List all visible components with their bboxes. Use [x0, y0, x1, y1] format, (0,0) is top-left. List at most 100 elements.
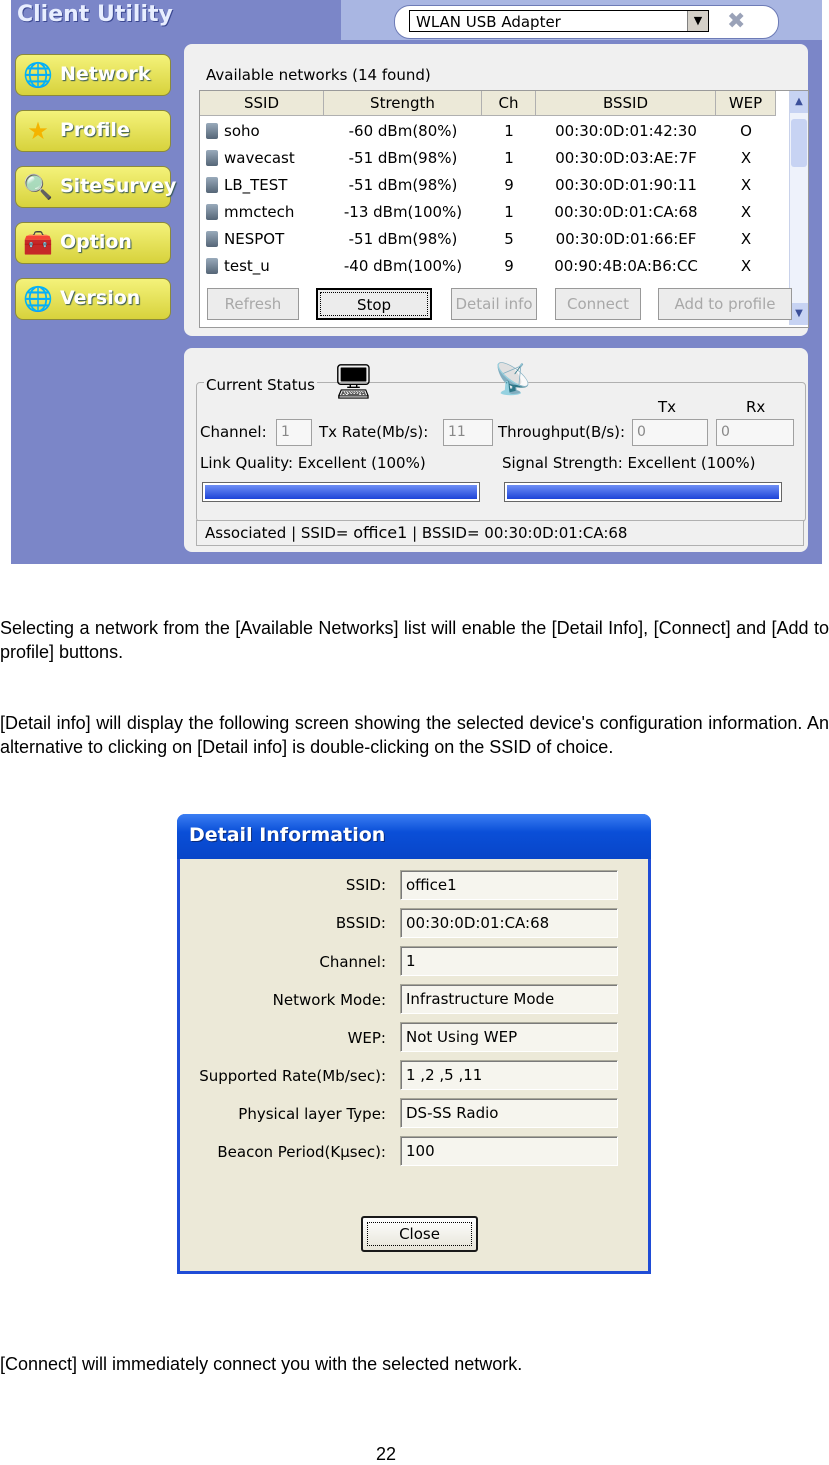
adapter-value: WLAN USB Adapter [416, 13, 561, 31]
scroll-thumb[interactable] [791, 119, 807, 167]
dialog-title: Detail Information [189, 824, 386, 846]
signal-strength-fill [507, 485, 779, 499]
computer-icon: 🖥 [332, 362, 376, 402]
cell-wep: X [740, 149, 752, 167]
chevron-down-icon[interactable]: ▼ [687, 11, 708, 31]
client-utility-window: Client Utility WLAN USB Adapter ▼ ✖ 🌐 Ne… [11, 0, 822, 564]
col-ssid[interactable]: SSID [200, 91, 324, 116]
nav-profile-button[interactable]: ★ Profile [15, 110, 171, 152]
nav-network-button[interactable]: 🌐 Network [15, 54, 171, 96]
cell-bssid: 00:30:0D:01:CA:68 [554, 203, 698, 221]
dialog-title-bar: Detail Information [177, 814, 651, 859]
signal-icon [206, 177, 218, 193]
network-mode-label: Network Mode: [272, 991, 386, 1009]
adapter-bar: WLAN USB Adapter ▼ ✖ [394, 5, 779, 39]
beacon-period-field: 100 [400, 1136, 618, 1166]
link-quality-bar [202, 482, 480, 502]
cell-ssid: test_u [224, 257, 270, 275]
physical-layer-field: DS-SS Radio [400, 1098, 618, 1128]
cell-strength: -51 dBm(98%) [348, 230, 458, 248]
signal-icon [206, 258, 218, 274]
table-row[interactable]: mmctech -13 dBm(100%) 1 00:30:0D:01:CA:6… [200, 199, 790, 226]
connect-button[interactable]: Connect [555, 288, 641, 320]
throughput-label: Throughput(B/s): [498, 423, 626, 441]
signal-icon [206, 204, 218, 220]
current-status-panel: Current Status 🖥 📡 Channel: 1 Tx Rate(Mb… [184, 348, 808, 552]
table-row[interactable]: LB_TEST -51 dBm(98%) 9 00:30:0D:01:90:11… [200, 172, 790, 199]
toolbox-icon: 🧰 [23, 229, 53, 257]
table-row[interactable]: wavecast -51 dBm(98%) 1 00:30:0D:03:AE:7… [200, 145, 790, 172]
table-row[interactable]: NESPOT -51 dBm(98%) 5 00:30:0D:01:66:EF … [200, 226, 790, 253]
assoc-ssid: office1 [353, 523, 408, 542]
cell-bssid: 00:30:0D:01:90:11 [555, 176, 697, 194]
nav-version-label: Version [60, 287, 141, 309]
col-strength[interactable]: Strength [324, 91, 482, 116]
scroll-up-icon[interactable]: ▲ [790, 91, 808, 113]
nav-profile-label: Profile [60, 119, 130, 141]
nav-version-button[interactable]: 🌐 Version [15, 278, 171, 320]
table-row[interactable]: soho -60 dBm(80%) 1 00:30:0D:01:42:30 O [200, 118, 790, 145]
wep-label: WEP: [347, 1029, 386, 1047]
channel-label: Channel: [319, 953, 386, 971]
cell-ch: 5 [504, 230, 514, 248]
channel-field: 1 [276, 419, 312, 446]
available-networks-panel: Available networks (14 found) SSID Stren… [184, 44, 809, 336]
nav-option-button[interactable]: 🧰 Option [15, 222, 171, 264]
cell-wep: X [740, 257, 752, 275]
txrate-field: 11 [443, 419, 493, 446]
cell-wep: X [740, 230, 752, 248]
cell-bssid: 00:30:0D:03:AE:7F [555, 149, 697, 167]
channel-label: Channel: [200, 423, 267, 441]
detail-info-button[interactable]: Detail info [451, 288, 537, 320]
signal-icon [206, 231, 218, 247]
paragraph-detail-info: [Detail info] will display the following… [0, 713, 829, 757]
tx-header: Tx [658, 398, 677, 416]
cell-ssid: NESPOT [224, 230, 285, 248]
cell-ch: 1 [504, 149, 514, 167]
bssid-field: 00:30:0D:01:CA:68 [400, 908, 618, 938]
beacon-period-label: Beacon Period(Kµsec): [217, 1143, 386, 1161]
close-button[interactable]: Close [361, 1216, 478, 1252]
wep-field: Not Using WEP [400, 1022, 618, 1052]
assoc-suffix: | BSSID= 00:30:0D:01:CA:68 [407, 524, 628, 542]
adapter-select[interactable]: WLAN USB Adapter ▼ [409, 10, 709, 32]
signal-strength-bar [504, 482, 782, 502]
cell-bssid: 00:30:0D:01:66:EF [555, 230, 697, 248]
refresh-button[interactable]: Refresh [207, 288, 299, 320]
nav-network-label: Network [60, 63, 151, 85]
signal-icon [206, 123, 218, 139]
cell-ch: 1 [504, 203, 514, 221]
cell-strength: -60 dBm(80%) [348, 122, 458, 140]
paragraph-select-network: Selecting a network from the [Available … [0, 618, 829, 662]
available-networks-title: Available networks (14 found) [206, 66, 431, 84]
cell-strength: -51 dBm(98%) [348, 176, 458, 194]
rx-field: 0 [716, 419, 794, 446]
cell-strength: -13 dBm(100%) [343, 203, 463, 221]
col-wep[interactable]: WEP [716, 91, 776, 116]
cell-ch: 9 [504, 257, 514, 275]
supported-rate-label: Supported Rate(Mb/sec): [199, 1067, 386, 1085]
nav-sitesurvey-button[interactable]: 🔍 SiteSurvey [15, 166, 176, 208]
globe-icon: 🌐 [23, 285, 53, 313]
col-bssid[interactable]: BSSID [536, 91, 716, 116]
detail-information-dialog: Detail Information SSID: office1 BSSID: … [177, 814, 651, 1274]
cell-ch: 1 [504, 122, 514, 140]
cell-strength: -51 dBm(98%) [348, 149, 458, 167]
table-row[interactable]: test_u -40 dBm(100%) 9 00:90:4B:0A:B6:CC… [200, 253, 790, 280]
cell-ssid: mmctech [224, 203, 295, 221]
scroll-down-icon[interactable]: ▼ [790, 303, 808, 325]
association-status: Associated | SSID= office1 | BSSID= 00:3… [196, 520, 804, 546]
assoc-prefix: Associated | SSID= [205, 524, 354, 542]
network-mode-field: Infrastructure Mode [400, 984, 618, 1014]
stop-button[interactable]: Stop [316, 288, 432, 320]
nav-option-label: Option [60, 231, 132, 253]
star-icon: ★ [27, 117, 49, 145]
col-ch[interactable]: Ch [482, 91, 536, 116]
ssid-field: office1 [400, 870, 618, 900]
close-icon[interactable]: ✖ [727, 9, 745, 34]
channel-field: 1 [400, 946, 618, 976]
link-quality-label: Link Quality: Excellent (100%) [200, 454, 426, 472]
add-to-profile-button[interactable]: Add to profile [658, 288, 792, 320]
tx-field: 0 [632, 419, 708, 446]
cell-ssid: wavecast [224, 149, 295, 167]
